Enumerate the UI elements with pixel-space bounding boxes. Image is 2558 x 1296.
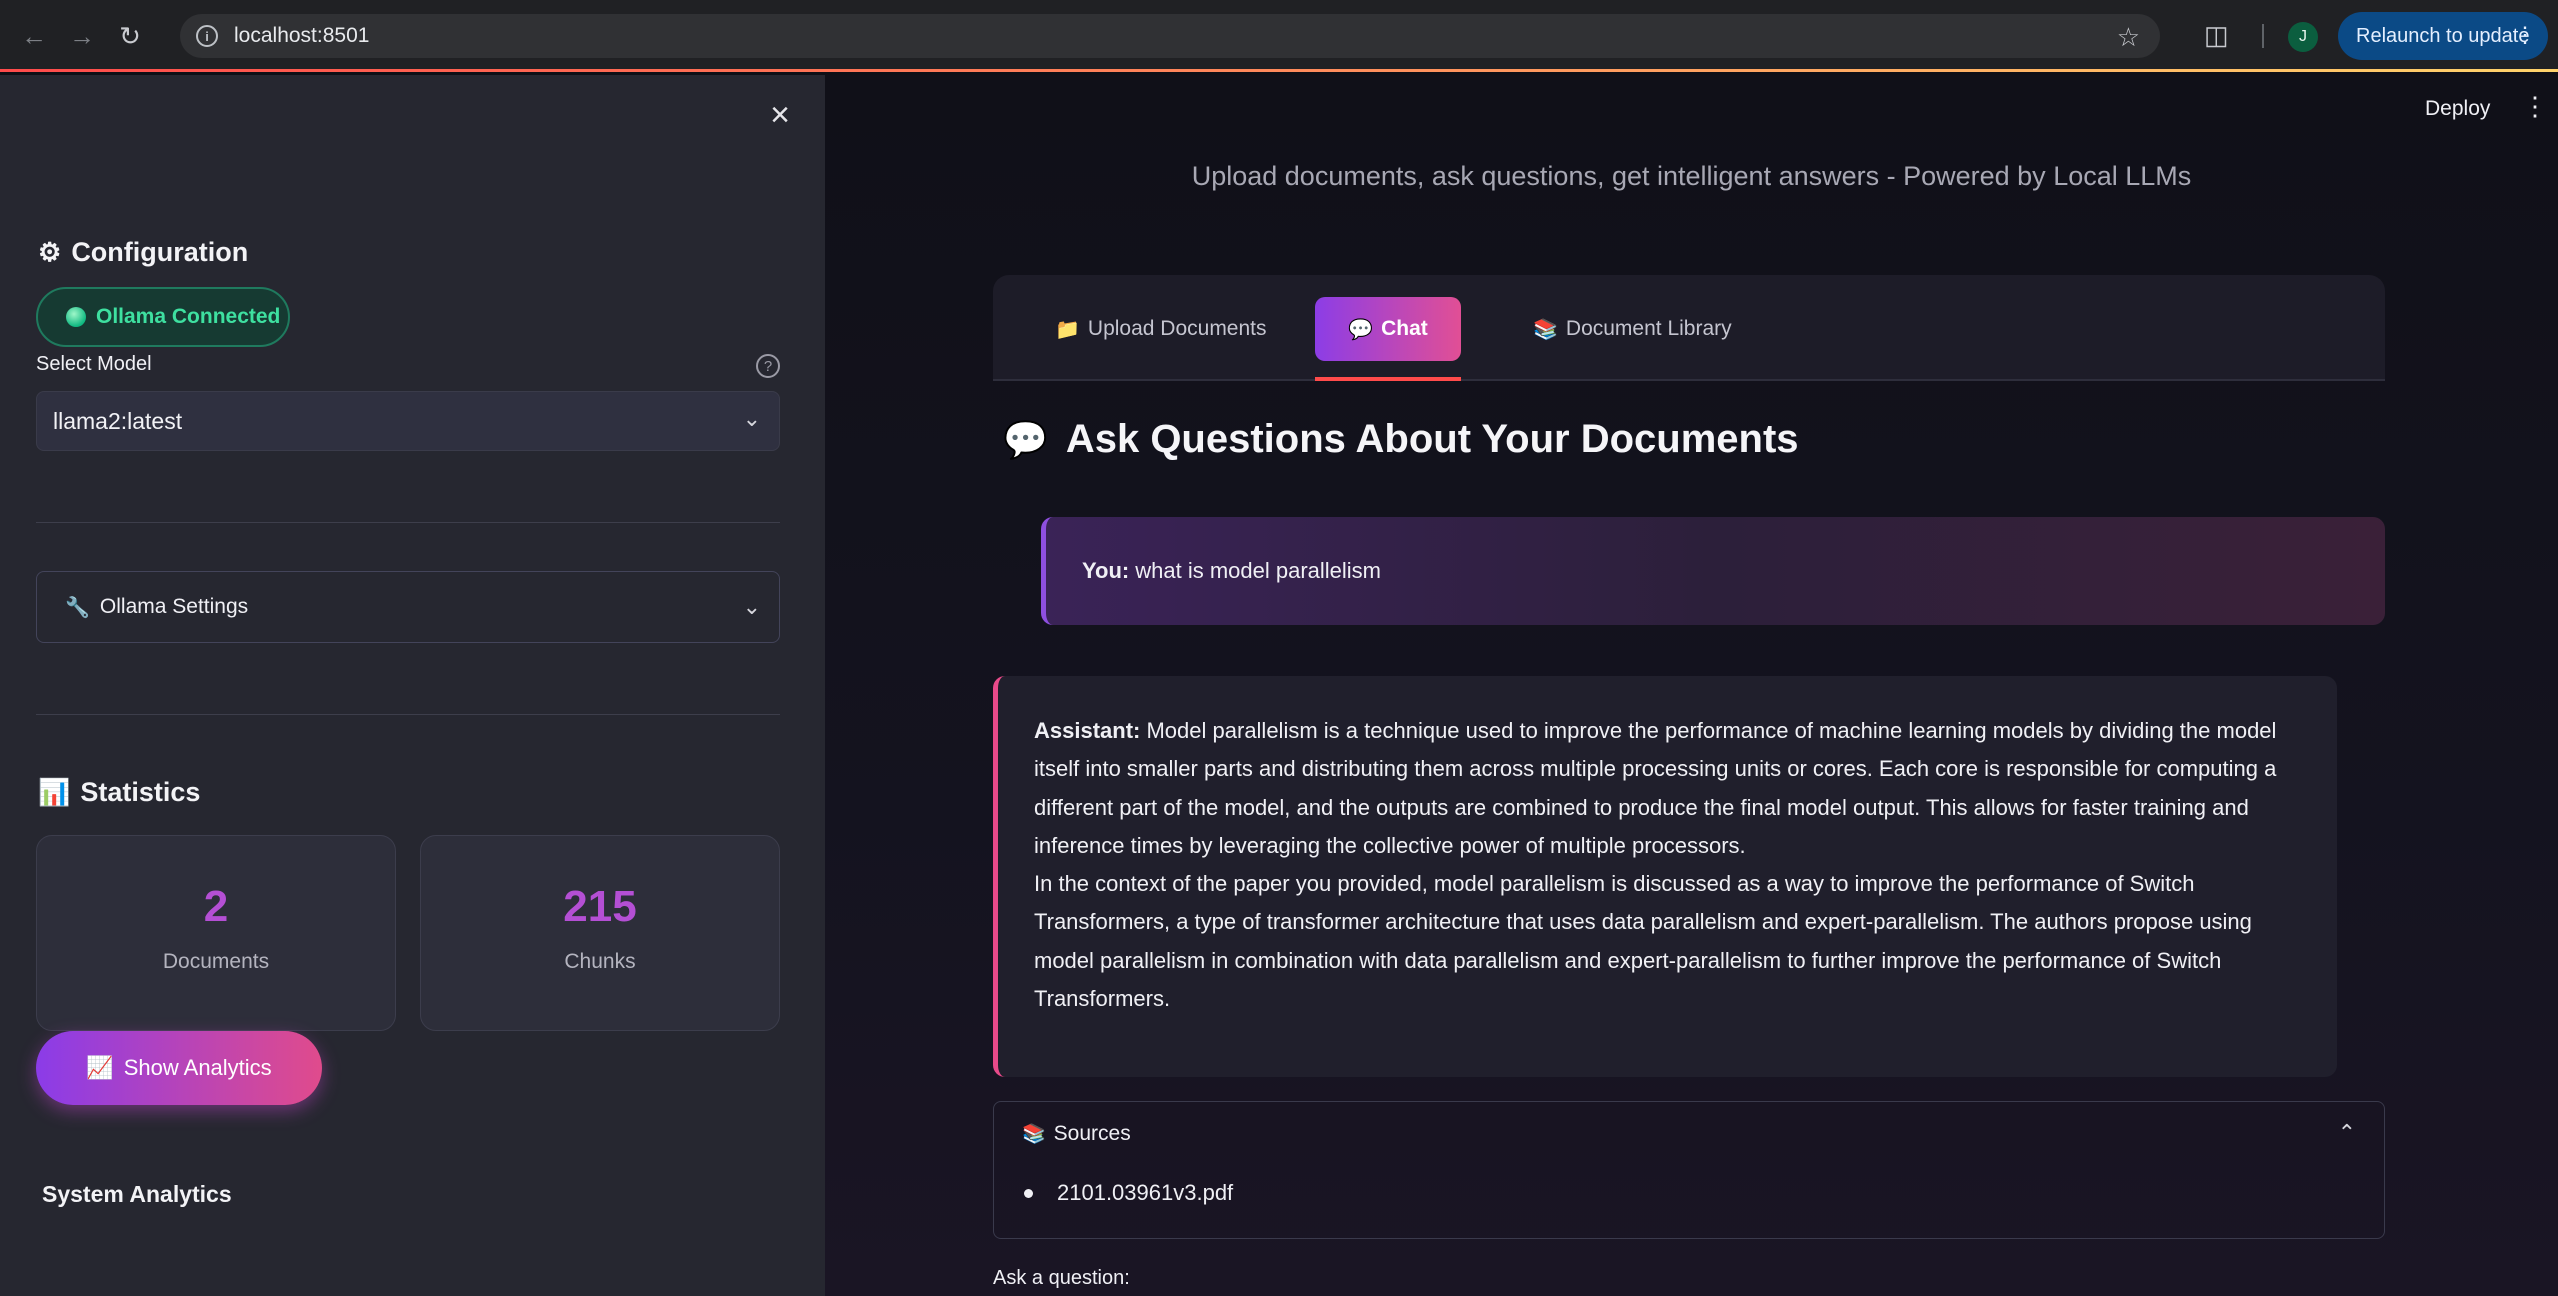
bullet-icon <box>1024 1188 1033 1198</box>
books-icon: 📚 <box>1022 1124 1046 1145</box>
chunks-stat-card: 215 Chunks <box>420 835 780 1031</box>
ollama-settings-expander[interactable]: 🔧 Ollama Settings ⌄ <box>36 571 780 643</box>
url-text: localhost:8501 <box>234 24 370 47</box>
back-icon[interactable]: ← <box>12 14 56 58</box>
main-content: Deploy ⋮ Upload documents, ask questions… <box>825 75 2558 1296</box>
statistics-title: Statistics <box>80 777 201 807</box>
relaunch-label: Relaunch to update <box>2356 24 2530 47</box>
chevron-down-icon: ⌄ <box>742 594 761 619</box>
relaunch-button[interactable]: Relaunch to update ⋮ <box>2338 12 2548 60</box>
assistant-paragraph-1: Assistant: Model parallelism is a techni… <box>1034 712 2293 865</box>
tab-bar: 📁 Upload Documents 💬 Chat 📚 Document Lib… <box>993 275 2385 381</box>
speech-bubble-icon: 💬 <box>1348 318 1374 341</box>
books-icon: 📚 <box>1533 318 1558 341</box>
extensions-icon[interactable]: ◫ <box>2204 20 2229 51</box>
deploy-button[interactable]: Deploy <box>2425 97 2490 121</box>
section-title: 💬 Ask Questions About Your Documents <box>1003 417 1799 462</box>
browser-toolbar: ← → ↻ i localhost:8501 ☆ ◫ J Relaunch to… <box>0 0 2558 72</box>
chunks-label: Chunks <box>564 950 636 973</box>
assistant-speaker-label: Assistant: <box>1034 718 1141 743</box>
browser-menu-icon[interactable]: ⋮ <box>2514 22 2536 48</box>
toolbar-divider <box>2262 24 2264 48</box>
sources-title: Sources <box>1053 1122 1131 1145</box>
reload-icon[interactable]: ↻ <box>108 14 152 58</box>
sidebar-divider <box>36 714 780 715</box>
trend-chart-icon: 📈 <box>86 1055 114 1080</box>
select-model-label: Select Model <box>36 353 152 375</box>
ollama-status-label: Ollama Connected <box>96 305 281 328</box>
user-speaker-label: You: <box>1082 558 1130 583</box>
sidebar: × ⚙ Configuration Ollama Connected Selec… <box>0 75 825 1296</box>
show-analytics-button[interactable]: 📈 Show Analytics <box>36 1031 322 1105</box>
chunks-count: 215 <box>563 882 637 931</box>
user-message-text: what is model parallelism <box>1135 558 1382 583</box>
tab-label: Document Library <box>1565 317 1732 340</box>
assistant-text-1: Model parallelism is a technique used to… <box>1034 718 2277 858</box>
documents-count: 2 <box>203 882 229 931</box>
site-info-icon[interactable]: i <box>196 25 218 47</box>
ollama-settings-label: Ollama Settings <box>99 595 249 618</box>
assistant-message: Assistant: Model parallelism is a techni… <box>993 676 2337 1077</box>
model-select-value: llama2:latest <box>53 407 183 434</box>
source-filename: 2101.03961v3.pdf <box>1057 1180 1234 1205</box>
documents-stat-card: 2 Documents <box>36 835 396 1031</box>
help-icon[interactable]: ? <box>756 354 780 378</box>
documents-label: Documents <box>162 950 270 973</box>
tab-chat[interactable]: 💬 Chat <box>1315 297 1461 361</box>
ollama-status-badge: Ollama Connected <box>36 287 290 347</box>
active-tab-indicator <box>1315 377 1461 381</box>
chevron-down-icon: ⌄ <box>742 406 761 431</box>
status-dot-icon <box>66 307 86 327</box>
profile-avatar[interactable]: J <box>2288 22 2318 52</box>
wrench-icon: 🔧 <box>65 596 90 619</box>
ask-question-label: Ask a question: <box>993 1267 1130 1289</box>
sources-header[interactable]: 📚 Sources <box>1022 1122 1131 1146</box>
bookmark-star-icon[interactable]: ☆ <box>2117 22 2140 53</box>
app-menu-icon[interactable]: ⋮ <box>2522 91 2548 122</box>
close-sidebar-icon[interactable]: × <box>760 95 800 135</box>
model-select[interactable]: llama2:latest ⌄ <box>36 391 780 451</box>
tab-label: Chat <box>1381 317 1428 340</box>
sources-expander[interactable]: 📚 Sources ⌃ 2101.03961v3.pdf <box>993 1101 2385 1239</box>
tab-upload-documents[interactable]: 📁 Upload Documents <box>1055 297 1267 361</box>
assistant-paragraph-2: In the context of the paper you provided… <box>1034 871 2252 1012</box>
tab-document-library[interactable]: 📚 Document Library <box>1533 297 1732 361</box>
tab-label: Upload Documents <box>1087 317 1267 340</box>
chevron-up-icon[interactable]: ⌃ <box>2338 1120 2356 1146</box>
bar-chart-icon: 📊 <box>38 777 71 807</box>
section-title-text: Ask Questions About Your Documents <box>1065 417 1799 461</box>
configuration-title: Configuration <box>71 237 249 267</box>
folder-icon: 📁 <box>1055 318 1080 341</box>
page-subtitle: Upload documents, ask questions, get int… <box>1191 161 2192 191</box>
statistics-heading: 📊 Statistics <box>38 777 200 808</box>
system-analytics-heading: System Analytics <box>42 1181 232 1207</box>
list-item: 2101.03961v3.pdf <box>1024 1180 1233 1206</box>
show-analytics-label: Show Analytics <box>123 1055 272 1080</box>
address-bar[interactable]: i localhost:8501 ☆ <box>180 14 2160 58</box>
user-message: You: what is model parallelism <box>1041 517 2385 625</box>
sidebar-divider <box>36 522 780 523</box>
forward-icon[interactable]: → <box>60 14 104 58</box>
gear-icon: ⚙ <box>38 237 62 267</box>
configuration-heading: ⚙ Configuration <box>38 237 248 268</box>
speech-bubble-icon: 💬 <box>1003 418 1048 460</box>
